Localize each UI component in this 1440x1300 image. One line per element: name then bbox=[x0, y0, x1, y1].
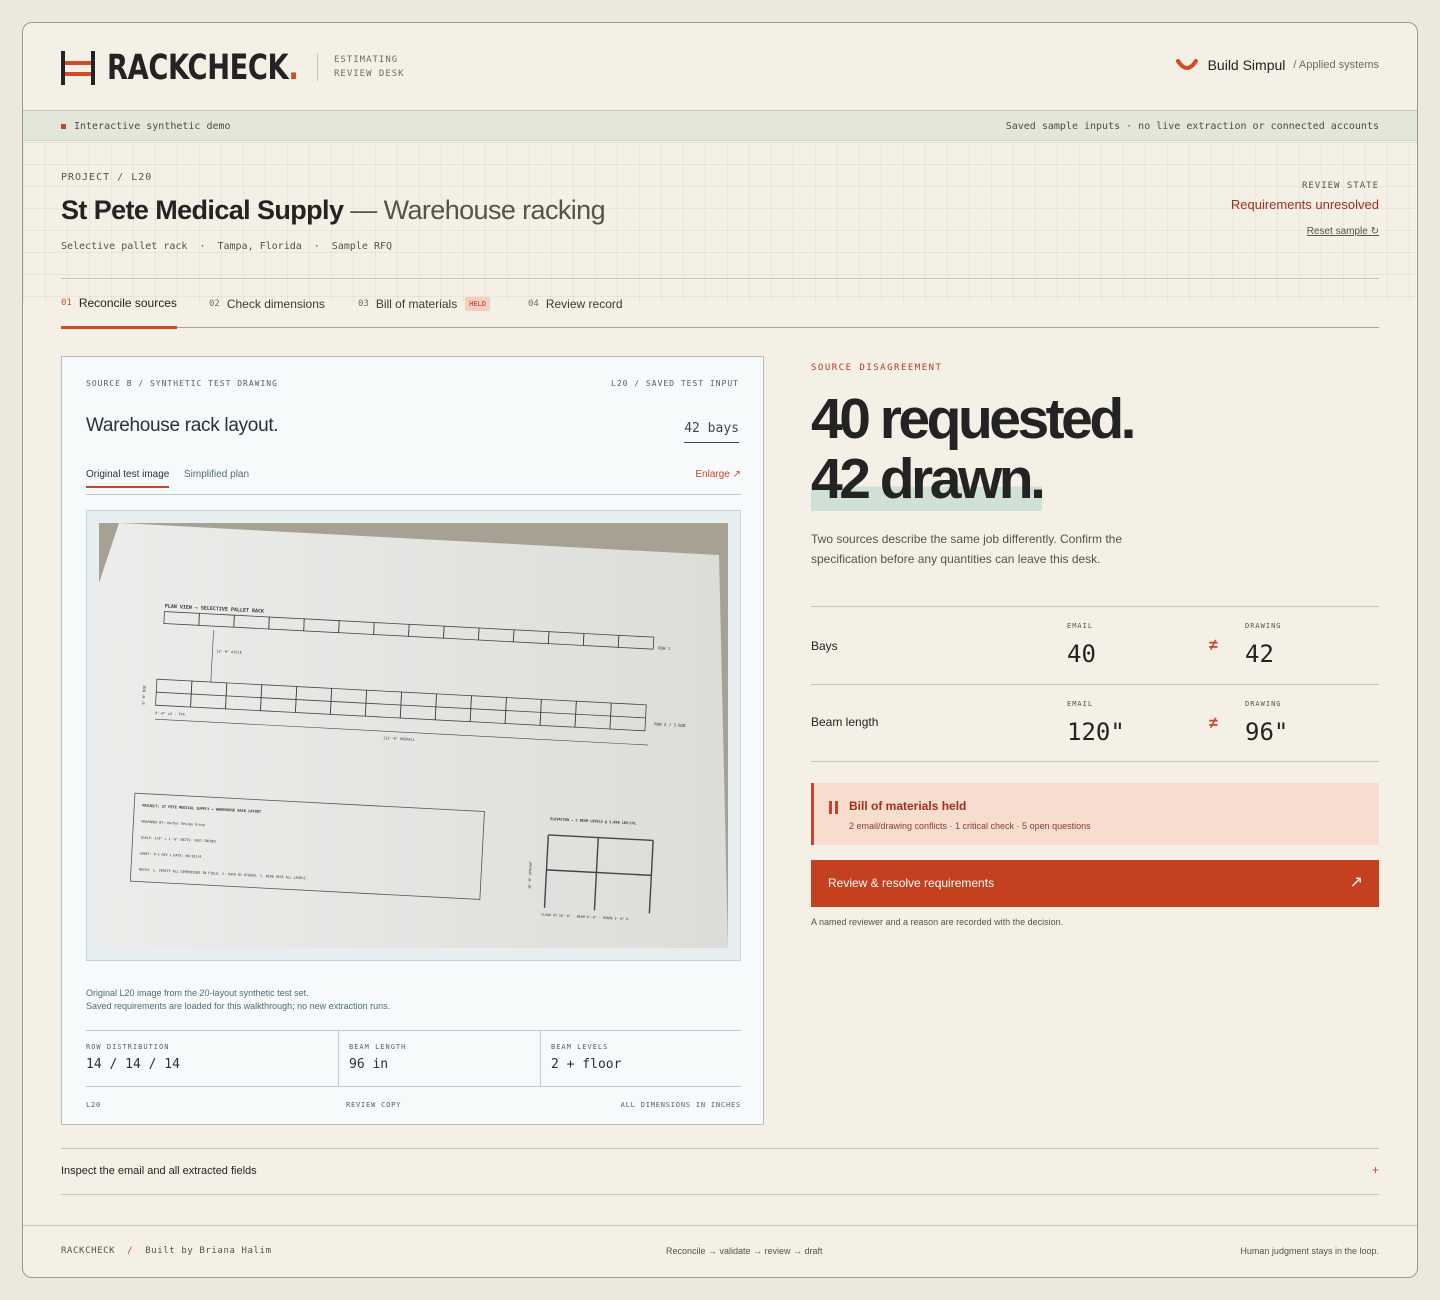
pause-icon bbox=[829, 801, 838, 814]
bom-held-alert: Bill of materials held 2 email/drawing c… bbox=[811, 783, 1379, 845]
decision-note: A named reviewer and a reason are record… bbox=[811, 917, 1064, 927]
disagreement-description: Two sources describe the same job differ… bbox=[811, 532, 1123, 566]
footer-credit: Built by Briana Halim bbox=[145, 1246, 272, 1256]
not-equal-icon: ≠ bbox=[1209, 715, 1218, 732]
compare-row-bays: Bays EMAIL 40 ≠ DRAWING 42 bbox=[811, 606, 1379, 684]
tab-simplified-plan[interactable]: Simplified plan bbox=[184, 469, 249, 480]
notice-left: Interactive synthetic demo bbox=[74, 121, 231, 132]
tab-check-dimensions[interactable]: 02 Check dimensions bbox=[209, 279, 325, 329]
disagreement-headline: 40 requested. 42 drawn. bbox=[811, 387, 1137, 511]
tab-review-record[interactable]: 04 Review record bbox=[528, 279, 623, 329]
review-state-label: REVIEW STATE bbox=[1301, 181, 1379, 191]
rack-logo-icon bbox=[61, 51, 95, 85]
footer-tagline: Human judgment stays in the loop. bbox=[1240, 1246, 1379, 1256]
notice-right: Saved sample inputs · no live extraction… bbox=[1005, 121, 1379, 132]
review-resolve-button[interactable]: Review & resolve requirements ↗ bbox=[811, 860, 1379, 907]
app-subtitle: ESTIMATING REVIEW DESK bbox=[317, 53, 405, 81]
rack-drawing: PLAN VIEW — SELECTIVE PALLET RACK ROW 1 … bbox=[99, 523, 728, 948]
top-bar: RACKCHECK. ESTIMATING REVIEW DESK Build … bbox=[23, 23, 1417, 111]
logo[interactable]: RACKCHECK. bbox=[61, 48, 352, 88]
bay-count: 42 bays bbox=[684, 421, 739, 443]
review-state: REVIEW STATE Requirements unresolved Res… bbox=[1231, 181, 1379, 237]
disagreement-label: SOURCE DISAGREEMENT bbox=[811, 363, 943, 373]
brand-name: Build Simpul bbox=[1207, 57, 1286, 73]
enlarge-link[interactable]: Enlarge ↗ bbox=[695, 469, 741, 480]
footer-flow: Reconcile → validate → review → draft bbox=[666, 1246, 823, 1256]
demo-notice: Interactive synthetic demo Saved sample … bbox=[23, 111, 1417, 141]
tab-original-image[interactable]: Original test image bbox=[86, 469, 170, 488]
reset-sample-link[interactable]: Reset sample ↻ bbox=[1231, 226, 1379, 237]
brand-sub: / Applied systems bbox=[1293, 59, 1379, 71]
notice-marker-icon bbox=[61, 124, 66, 129]
source-card: SOURCE B / SYNTHETIC TEST DRAWING L20 / … bbox=[61, 356, 764, 1125]
step-tabs: 01 Reconcile sources 02 Check dimensions 0… bbox=[61, 278, 1379, 329]
spec-beam-length: BEAM LENGTH 96 in bbox=[338, 1031, 540, 1086]
spec-beam-levels: BEAM LEVELS 2 + floor bbox=[540, 1031, 741, 1086]
source-input-label: L20 / SAVED TEST INPUT bbox=[611, 379, 739, 388]
logo-text: RACKCHECK. bbox=[107, 48, 299, 88]
source-label: SOURCE B / SYNTHETIC TEST DRAWING bbox=[86, 379, 278, 388]
project-meta: Selective pallet rack · Tampa, Florida · S… bbox=[61, 241, 393, 252]
brand[interactable]: Build Simpul / Applied systems bbox=[1175, 57, 1379, 73]
footer: RACKCHECK / Built by Briana Halim Reconcil… bbox=[23, 1225, 1417, 1277]
source-title: Warehouse rack layout. bbox=[86, 415, 279, 436]
inspect-accordion[interactable]: Inspect the email and all extracted fiel… bbox=[61, 1148, 1379, 1195]
drawing-frame: PLAN VIEW — SELECTIVE PALLET RACK ROW 1 … bbox=[86, 510, 741, 961]
compare-row-beam-length: Beam length EMAIL 120" ≠ DRAWING 96" bbox=[811, 684, 1379, 762]
breadcrumb: PROJECT / L20 bbox=[61, 172, 153, 183]
disagreement-panel: SOURCE DISAGREEMENT 40 requested. 42 dra… bbox=[811, 363, 1379, 927]
tab-bill-of-materials[interactable]: 03 Bill of materials HELD bbox=[358, 279, 491, 329]
expand-icon: + bbox=[1371, 1163, 1379, 1177]
footer-brand: RACKCHECK bbox=[61, 1246, 116, 1256]
spec-strip: ROW DISTRIBUTION 14 / 14 / 14 BEAM LENGT… bbox=[86, 1030, 741, 1087]
review-state-value: Requirements unresolved bbox=[1230, 197, 1379, 212]
view-tabs: Original test image Simplified plan Enla… bbox=[86, 459, 741, 495]
brand-smile-icon bbox=[1175, 59, 1198, 70]
arrow-up-right-icon: ↗ bbox=[1349, 874, 1363, 891]
spec-row-distribution: ROW DISTRIBUTION 14 / 14 / 14 bbox=[86, 1043, 180, 1072]
tab-reconcile-sources[interactable]: 01 Reconcile sources bbox=[61, 279, 177, 329]
not-equal-icon: ≠ bbox=[1209, 637, 1218, 654]
app-frame: RACKCHECK. ESTIMATING REVIEW DESK Build … bbox=[22, 22, 1418, 1278]
drawing-image[interactable]: PLAN VIEW — SELECTIVE PALLET RACK ROW 1 … bbox=[99, 523, 728, 948]
image-caption: Original L20 image from the 20-layout sy… bbox=[86, 988, 391, 1011]
held-badge: HELD bbox=[465, 297, 491, 311]
row1-label: ROW 1 bbox=[658, 645, 671, 651]
page-title: St Pete Medical Supply — Warehouse racki… bbox=[61, 195, 606, 225]
